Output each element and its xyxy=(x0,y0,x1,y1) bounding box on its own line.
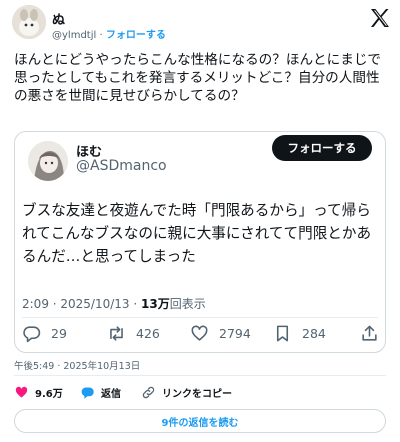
quote-text: ブスな友達と夜遊んでた時「門限あるから」って帰られてこんなブスなのに親に大事にさ… xyxy=(22,202,372,265)
reply-action[interactable]: 29 xyxy=(22,324,67,343)
reply-filled-icon xyxy=(81,387,94,399)
like-action[interactable]: 2794 xyxy=(190,324,251,343)
separator-dot: · xyxy=(99,30,103,41)
copy-link-action[interactable]: リンクをコピー xyxy=(141,385,232,400)
repost-action[interactable]: 426 xyxy=(107,324,160,343)
author-handle[interactable]: @ylmdtjl xyxy=(52,30,96,41)
repost-count: 426 xyxy=(136,326,160,341)
follow-link[interactable]: フォローする xyxy=(106,30,166,41)
heart-filled-icon xyxy=(15,386,28,398)
reply-icon xyxy=(23,326,41,343)
bookmark-count: 284 xyxy=(302,326,326,341)
like-count: 2794 xyxy=(219,326,251,341)
bottom-reply-action[interactable]: 返信 xyxy=(80,385,121,400)
link-icon xyxy=(142,386,155,399)
quote-author-avatar[interactable] xyxy=(28,141,68,181)
share-icon xyxy=(362,325,377,341)
timestamp-divider xyxy=(14,375,386,376)
author-handle-row: @ylmdtjl · フォローする xyxy=(52,26,166,41)
quote-meta: 2:09 · 2025/10/13 · 13万回表示 xyxy=(22,295,206,312)
bottom-reply-label: 返信 xyxy=(101,389,121,400)
author-avatar[interactable] xyxy=(12,5,46,39)
tweet-timestamp[interactable]: 午後5:49 · 2025年10月13日 xyxy=(14,358,140,372)
share-action[interactable] xyxy=(360,324,389,343)
follow-button[interactable]: フォローする xyxy=(272,135,372,161)
quote-author-handle[interactable]: @ASDmanco xyxy=(76,158,167,174)
tweet-text: ほんとにどうやったらこんな性格になるの？ほんとにまじで 思ったとしてもこれを発言… xyxy=(14,52,382,104)
copy-link-label: リンクをコピー xyxy=(162,389,232,400)
quote-divider xyxy=(22,317,378,318)
bottom-like-action[interactable]: 9.6万 xyxy=(14,385,63,400)
quote-views-count: 13万 xyxy=(141,297,170,311)
x-logo-icon[interactable] xyxy=(368,6,392,30)
quote-views-label: 回表示 xyxy=(169,297,206,311)
bookmark-action[interactable]: 284 xyxy=(273,324,326,343)
read-replies-button[interactable]: 9件の返信を読む xyxy=(14,409,386,433)
bottom-like-count: 9.6万 xyxy=(35,389,63,400)
reply-count: 29 xyxy=(51,326,67,341)
heart-icon xyxy=(191,325,208,341)
repost-icon xyxy=(110,326,123,341)
bookmark-icon xyxy=(276,325,289,342)
tweet-header: ぬ @ylmdtjl · フォローする xyxy=(0,0,400,44)
quote-time[interactable]: 2:09 · 2025/10/13 · xyxy=(22,297,141,311)
